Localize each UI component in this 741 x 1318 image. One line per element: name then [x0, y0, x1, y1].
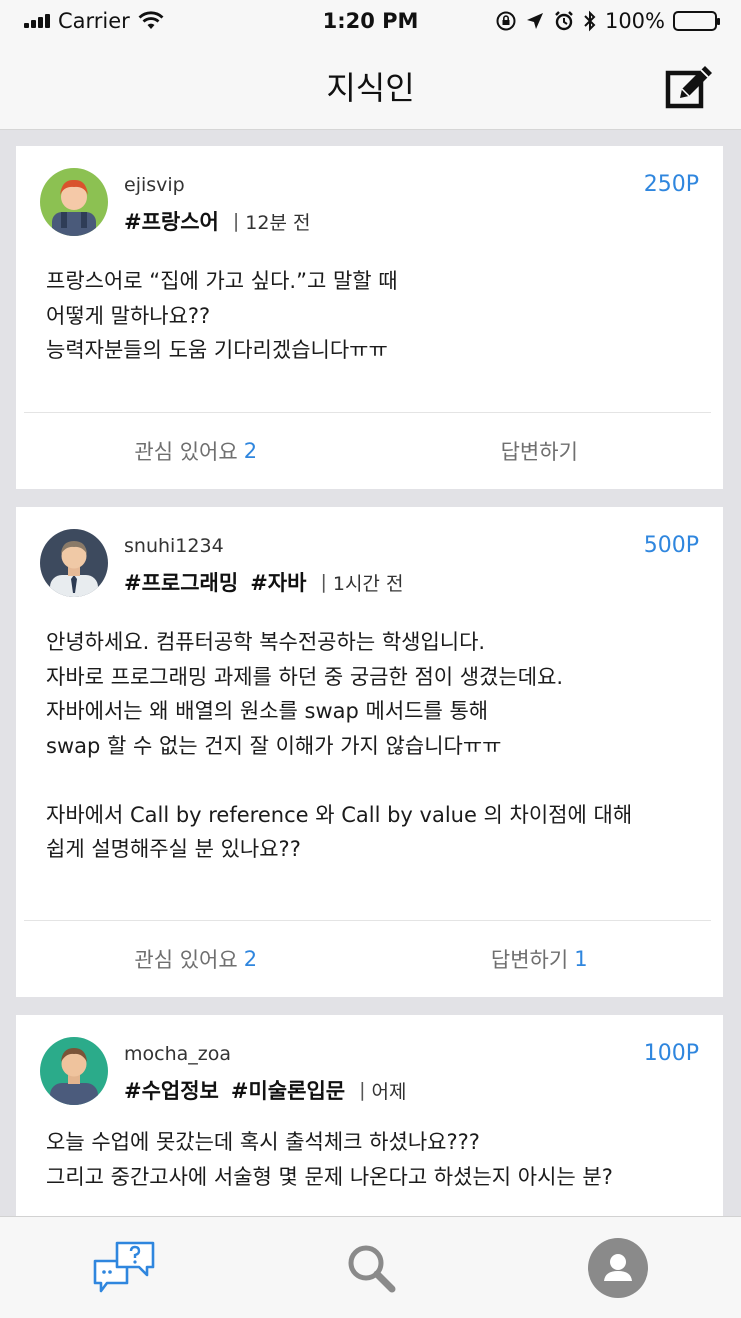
wifi-icon — [138, 11, 164, 29]
body-line: 어떻게 말하나요?? — [46, 303, 211, 328]
question-body[interactable]: 안녕하세요. 컴퓨터공학 복수전공하는 학생입니다. 자바로 프로그래밍 과제를… — [16, 607, 723, 867]
tag[interactable]: #자바 — [250, 567, 306, 597]
nav-bar: 지식인 — [0, 42, 741, 130]
answer-button[interactable]: 답변하기 — [368, 413, 712, 489]
interest-count: 2 — [243, 947, 258, 971]
card-actions: 관심 있어요 2 답변하기 1 — [24, 920, 711, 997]
battery-icon — [673, 11, 720, 31]
tag[interactable]: #수업정보 — [124, 1075, 219, 1105]
username[interactable]: mocha_zoa — [124, 1043, 231, 1065]
tag[interactable]: #미술론입문 — [231, 1075, 345, 1105]
tab-bar — [0, 1216, 741, 1318]
search-icon — [348, 1245, 395, 1292]
question-body[interactable]: 프랑스어로 “집에 가고 싶다.”고 말할 때 어떻게 말하나요?? 능력자분들… — [16, 246, 723, 368]
tag-line: #프랑스어 | 12분 전 — [124, 206, 310, 236]
points-badge: 250P — [643, 172, 699, 197]
separator: | — [320, 571, 327, 593]
card-header: mocha_zoa #수업정보 #미술론입문 | 어제 100P — [16, 1015, 723, 1107]
tag[interactable]: #프랑스어 — [124, 206, 219, 236]
question-chat-icon — [93, 1241, 154, 1292]
question-card[interactable]: ejisvip #프랑스어 | 12분 전 250P 프랑스어로 “집에 가고 … — [16, 146, 723, 489]
question-feed: ejisvip #프랑스어 | 12분 전 250P 프랑스어로 “집에 가고 … — [16, 146, 723, 1293]
answer-count: 1 — [574, 947, 588, 971]
signal-icon — [24, 14, 50, 28]
tag-line: #프로그래밍 #자바 | 1시간 전 — [124, 567, 403, 597]
interest-label: 관심 있어요 — [134, 440, 238, 464]
tab-profile[interactable] — [578, 1228, 658, 1308]
card-header: snuhi1234 #프로그래밍 #자바 | 1시간 전 500P — [16, 507, 723, 607]
battery-percent: 100% — [604, 9, 665, 33]
username[interactable]: ejisvip — [124, 174, 185, 196]
body-line: 능력자분들의 도움 기다리겠습니다ㅠㅠ — [46, 338, 388, 362]
user-avatar[interactable] — [40, 529, 108, 597]
separator: | — [232, 210, 240, 232]
answer-label: 답변하기 — [490, 948, 569, 972]
question-card[interactable]: snuhi1234 #프로그래밍 #자바 | 1시간 전 500P 안녕하세요.… — [16, 507, 723, 997]
body-line: 자바에서 Call by reference 와 Call by value 의… — [46, 802, 633, 827]
status-bar: Carrier 1:20 PM 100% — [0, 0, 741, 42]
post-time: 어제 — [371, 1080, 407, 1103]
interest-button[interactable]: 관심 있어요 2 — [24, 413, 368, 489]
answer-button[interactable]: 답변하기 1 — [368, 921, 712, 997]
alarm-icon — [555, 11, 573, 31]
compose-icon[interactable] — [665, 62, 715, 112]
interest-button[interactable]: 관심 있어요 2 — [24, 921, 368, 997]
status-right: 100% — [495, 9, 720, 33]
body-line: 프랑스어로 “집에 가고 싶다.”고 말할 때 — [46, 269, 398, 293]
tag-line: #수업정보 #미술론입문 | 어제 — [124, 1075, 406, 1105]
body-line: 그리고 중간고사에 서술형 몇 문제 나온다고 하셨는지 아시는 분? — [46, 1164, 613, 1189]
separator: | — [359, 1079, 366, 1101]
post-time: 12분 전 — [245, 211, 311, 234]
carrier-label: Carrier — [58, 9, 130, 33]
body-line — [46, 763, 693, 798]
location-icon — [526, 13, 543, 29]
body-line: 쉽게 설명해주실 분 있나요?? — [46, 837, 301, 861]
points-badge: 500P — [643, 533, 699, 558]
username[interactable]: snuhi1234 — [124, 535, 224, 557]
body-line: 자바로 프로그래밍 과제를 하던 중 궁금한 점이 생겼는데요. — [46, 664, 564, 689]
card-actions: 관심 있어요 2 답변하기 — [24, 412, 711, 489]
question-body[interactable]: 오늘 수업에 못갔는데 혹시 출석체크 하셨나요??? 그리고 중간고사에 서술… — [16, 1107, 723, 1194]
rotation-lock-icon — [496, 11, 516, 31]
points-badge: 100P — [643, 1041, 699, 1066]
answer-label: 답변하기 — [500, 440, 578, 464]
card-header: ejisvip #프랑스어 | 12분 전 250P — [16, 146, 723, 246]
body-line: 오늘 수업에 못갔는데 혹시 출석체크 하셨나요??? — [46, 1130, 480, 1154]
user-avatar[interactable] — [40, 1037, 108, 1105]
status-left: Carrier — [24, 9, 164, 33]
interest-count: 2 — [243, 439, 258, 463]
body-line: 자바에서는 왜 배열의 원소를 swap 메서드를 통해 — [46, 699, 489, 723]
tab-search[interactable] — [331, 1228, 411, 1308]
tab-questions[interactable] — [84, 1228, 164, 1308]
body-line: 안녕하세요. 컴퓨터공학 복수전공하는 학생입니다. — [46, 630, 486, 654]
bluetooth-icon — [584, 10, 596, 32]
profile-icon — [587, 1237, 648, 1298]
body-line: swap 할 수 없는 건지 잘 이해가 가지 않습니다ㅠㅠ — [46, 733, 502, 758]
tag[interactable]: #프로그래밍 — [124, 567, 238, 597]
user-avatar[interactable] — [40, 168, 108, 236]
post-time: 1시간 전 — [332, 572, 404, 595]
interest-label: 관심 있어요 — [134, 948, 238, 972]
page-title: 지식인 — [326, 68, 415, 107]
